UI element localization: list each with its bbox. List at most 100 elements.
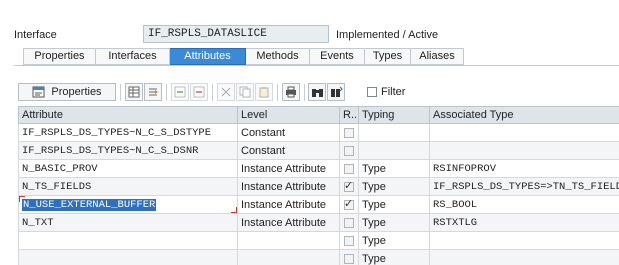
find-button[interactable]: [308, 83, 326, 101]
copy-button[interactable]: [236, 83, 254, 101]
tab-methods[interactable]: Methods: [246, 48, 310, 65]
column-header-readonly[interactable]: R...: [339, 106, 359, 124]
scissors-icon: [221, 87, 231, 97]
cell-readonly: [339, 231, 359, 250]
cell-attribute[interactable]: IF_RSPLS_DS_TYPES~N_C_S_DSNR: [18, 141, 238, 160]
copy-icon: [239, 86, 251, 98]
readonly-checkbox[interactable]: [344, 179, 354, 192]
tab-types[interactable]: Types: [365, 48, 411, 65]
paste-icon: [259, 87, 269, 98]
delete-row-button[interactable]: [190, 83, 208, 101]
attribute-name: IF_RSPLS_DS_TYPES~N_C_S_DSTYPE: [22, 126, 212, 139]
cell-typing[interactable]: Type: [358, 195, 430, 214]
cell-attribute[interactable]: N_TXT: [18, 213, 238, 232]
tab-strip: Properties Interfaces Attributes Methods…: [23, 48, 464, 65]
binoculars-icon: [311, 89, 323, 97]
cell-readonly: [339, 177, 359, 196]
cell-associated-type[interactable]: [429, 123, 619, 142]
column-header-associated-type[interactable]: Associated Type: [429, 106, 619, 124]
table-row[interactable]: N_USE_EXTERNAL_BUFFER Instance Attribute T…: [18, 195, 619, 214]
cell-typing[interactable]: Type: [358, 249, 430, 265]
cell-level[interactable]: Constant: [237, 123, 340, 142]
cell-attribute[interactable]: N_USE_EXTERNAL_BUFFER: [18, 195, 238, 214]
attribute-name: N_USE_EXTERNAL_BUFFER: [22, 198, 157, 211]
cell-attribute[interactable]: IF_RSPLS_DS_TYPES~N_C_S_DSTYPE: [18, 123, 238, 142]
print-button[interactable]: [282, 83, 300, 101]
cell-readonly: [339, 159, 359, 178]
readonly-checkbox[interactable]: [344, 235, 354, 246]
table-row[interactable]: N_TS_FIELDS Instance Attribute TypeIF_RSPL…: [18, 177, 619, 196]
table-row[interactable]: Type: [18, 249, 619, 265]
attribute-name: N_BASIC_PROV: [22, 162, 98, 175]
tab-properties[interactable]: Properties: [23, 48, 96, 65]
cell-associated-type[interactable]: RSTXTLG: [429, 213, 619, 232]
cell-attribute[interactable]: N_BASIC_PROV: [18, 159, 238, 178]
cell-typing[interactable]: Type: [358, 177, 430, 196]
insert-row-button[interactable]: [144, 83, 162, 101]
print-icon: [286, 86, 296, 98]
cell-level[interactable]: Instance Attribute: [237, 159, 340, 178]
column-header-level[interactable]: Level: [237, 106, 340, 124]
properties-icon: [32, 86, 45, 98]
cell-typing[interactable]: Type: [358, 213, 430, 232]
cell-associated-type[interactable]: [429, 231, 619, 250]
table-row[interactable]: Type: [18, 231, 619, 250]
cell-level[interactable]: Instance Attribute: [237, 213, 340, 232]
cell-attribute[interactable]: N_TS_FIELDS: [18, 177, 238, 196]
tab-attributes[interactable]: Attributes: [170, 48, 246, 65]
toolbar-separator: [304, 84, 305, 101]
interface-name-field[interactable]: IF_RSPLS_DATASLICE: [143, 25, 329, 43]
add-row-button[interactable]: [171, 83, 189, 101]
filter-checkbox[interactable]: [367, 87, 377, 97]
cell-level[interactable]: Instance Attribute: [237, 195, 340, 214]
readonly-checkbox[interactable]: [344, 217, 354, 228]
properties-button-label: Properties: [51, 86, 102, 98]
table-row[interactable]: IF_RSPLS_DS_TYPES~N_C_S_DSTYPE Constant: [18, 123, 619, 142]
interface-label: Interface: [14, 29, 57, 41]
focus-corner: [19, 196, 25, 202]
cell-typing[interactable]: [358, 123, 430, 142]
readonly-checkbox[interactable]: [344, 145, 354, 156]
table-row[interactable]: IF_RSPLS_DS_TYPES~N_C_S_DSNR Constant: [18, 141, 619, 160]
cell-associated-type[interactable]: IF_RSPLS_DS_TYPES=>TN_TS_FIELD: [429, 177, 619, 196]
cell-typing[interactable]: Type: [358, 231, 430, 250]
cell-typing[interactable]: [358, 141, 430, 160]
cell-readonly: [339, 213, 359, 232]
cell-associated-type[interactable]: RSINFOPROV: [429, 159, 619, 178]
find-next-button[interactable]: [327, 83, 345, 101]
table-row[interactable]: N_BASIC_PROV Instance Attribute Type RSINFO…: [18, 159, 619, 178]
column-header-typing[interactable]: Typing: [358, 106, 430, 124]
cell-typing[interactable]: Type: [358, 159, 430, 178]
attribute-name: IF_RSPLS_DS_TYPES~N_C_S_DSNR: [22, 144, 199, 157]
readonly-checkbox[interactable]: [344, 253, 354, 264]
cell-attribute[interactable]: [18, 249, 238, 265]
cell-associated-type[interactable]: [429, 141, 619, 160]
cell-associated-type[interactable]: RS_BOOL: [429, 195, 619, 214]
cell-level[interactable]: [237, 231, 340, 250]
tab-divider: [14, 65, 619, 66]
readonly-checkbox[interactable]: [344, 127, 354, 138]
readonly-checkbox[interactable]: [344, 163, 354, 174]
interface-status: Implemented / Active: [336, 29, 439, 41]
paste-button[interactable]: [255, 83, 273, 101]
detail-view-button[interactable]: [125, 83, 143, 101]
table-icon: [128, 86, 140, 98]
cell-readonly: [339, 195, 359, 214]
column-header-attribute[interactable]: Attribute: [18, 106, 238, 124]
cell-level[interactable]: Instance Attribute: [237, 177, 340, 196]
cell-attribute[interactable]: [18, 231, 238, 250]
properties-button[interactable]: Properties: [18, 83, 116, 101]
tab-events[interactable]: Events: [310, 48, 365, 65]
readonly-checkbox[interactable]: [344, 197, 354, 210]
table-row[interactable]: N_TXT Instance Attribute Type RSTXTLG: [18, 213, 619, 232]
tab-interfaces[interactable]: Interfaces: [96, 48, 170, 65]
cell-readonly: [339, 123, 359, 142]
cell-associated-type[interactable]: [429, 249, 619, 265]
tab-aliases[interactable]: Aliases: [411, 48, 464, 65]
binoculars-next-icon: [330, 86, 343, 97]
cell-level[interactable]: [237, 249, 340, 265]
attribute-name: N_TS_FIELDS: [22, 180, 92, 193]
cell-readonly: [339, 141, 359, 160]
cell-level[interactable]: Constant: [237, 141, 340, 160]
cut-button[interactable]: [217, 83, 235, 101]
